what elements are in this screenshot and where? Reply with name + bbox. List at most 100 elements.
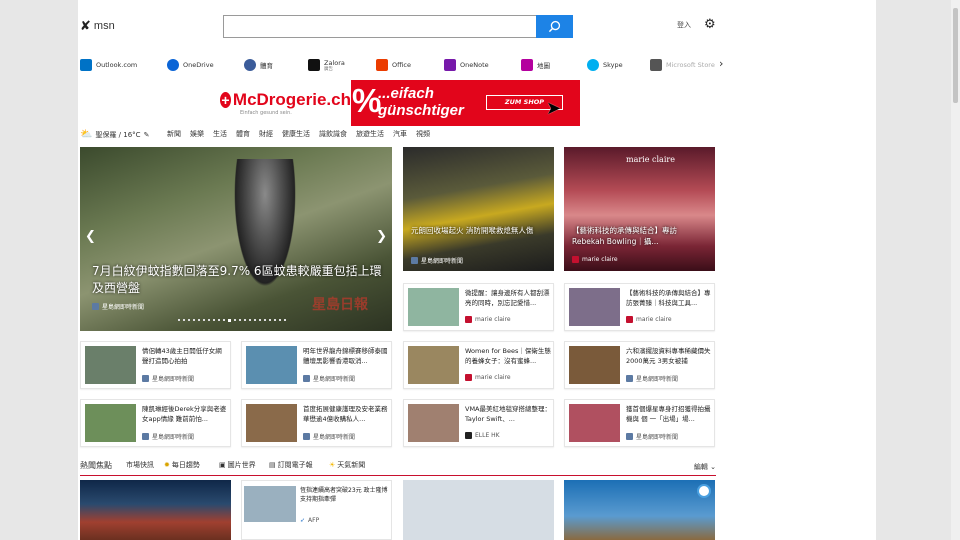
search-icon xyxy=(548,20,561,33)
signin-link[interactable]: 登入 xyxy=(677,20,691,30)
source-logo-icon xyxy=(92,303,99,310)
news-card[interactable]: 微提醒：讓身邊所有人都刮漂亮的同時，別忘記愛惜... marie claire xyxy=(403,283,554,331)
ad-line2: günschtiger xyxy=(378,102,464,119)
tab-top-stories[interactable]: 熱聞焦點 xyxy=(80,460,112,471)
photo-tile[interactable] xyxy=(80,480,231,540)
nav-food[interactable]: 識飲識食 xyxy=(319,129,347,139)
onedrive-icon xyxy=(167,59,179,71)
quicklink-maps[interactable]: 地圖 xyxy=(521,55,550,75)
partly-cloudy-icon: ⛅ xyxy=(80,129,93,140)
nav-health[interactable]: 健康生活 xyxy=(282,129,310,139)
msn-logo[interactable]: ✘ msn xyxy=(80,18,115,34)
scrollbar-thumb[interactable] xyxy=(953,8,958,103)
outlook-icon xyxy=(80,59,92,71)
news-card[interactable]: 明年世界龍舟錦標賽移師泰國 體壇黑影響香港取消... 星島網即時新聞 xyxy=(241,341,392,389)
category-nav: 新聞 娛樂 生活 體育 財經 健康生活 識飲識食 旅遊生活 汽車 視頻 xyxy=(167,129,430,139)
chevron-left-icon[interactable]: ❮ xyxy=(85,229,96,244)
office-icon xyxy=(376,59,388,71)
tile-title: 元朗回收場起火 消防開喉救熄無人傷 xyxy=(411,226,534,235)
quicklink-outlook[interactable]: Outlook.com xyxy=(80,55,137,75)
nav-video[interactable]: 視頻 xyxy=(416,129,430,139)
onenote-icon xyxy=(444,59,456,71)
maps-icon xyxy=(521,59,533,71)
card-thumbnail xyxy=(408,346,459,384)
search-box[interactable] xyxy=(223,15,573,38)
tab-weather[interactable]: ☀ 天氣新聞 xyxy=(329,460,365,470)
tab-newsletter[interactable]: ▤ 訂閱電子報 xyxy=(269,460,313,470)
carousel-dots xyxy=(178,319,286,322)
skype-icon xyxy=(587,59,599,71)
ad-banner[interactable]: + McDrogerie.ch Einfach gesund sein. % ..… xyxy=(216,80,580,126)
news-card[interactable]: 獲首個爆星專身打招獲得拍攝機與 個 一「出場」場... 星島網即時新聞 xyxy=(564,399,715,447)
news-card[interactable]: 情侶轉43歲主日開低仔女網聲打造開心拍拍 星島網即時新聞 xyxy=(80,341,231,389)
news-card[interactable]: 六和濱擺設資料專事稀藏價失2000萬元 3男女被捕 星島網即時新聞 xyxy=(564,341,715,389)
vertical-scrollbar[interactable] xyxy=(951,0,960,540)
news-card[interactable]: 陳凱琳經後Derek分享與老婆女app情緣 難前前怕... 星島網即時新聞 xyxy=(80,399,231,447)
photo-tile[interactable] xyxy=(403,480,554,540)
chevron-right-icon[interactable]: ❯ xyxy=(376,229,387,244)
nav-travel[interactable]: 旅遊生活 xyxy=(356,129,384,139)
news-card[interactable]: Women for Bees｜保衛生態的養蜂女子：沒有蜜蜂... marie c… xyxy=(403,341,554,389)
tab-daily-trends[interactable]: ✹ 每日趨勢 xyxy=(164,460,200,470)
gear-icon[interactable]: ⚙ xyxy=(704,17,716,32)
photo-tile[interactable] xyxy=(564,480,715,540)
photo-tile[interactable]: 元朗回收場起火 消防開喉救熄無人傷 星島網即時新聞 xyxy=(403,147,554,271)
ad-percent: % xyxy=(352,82,382,119)
nav-finance[interactable]: 財經 xyxy=(259,129,273,139)
card-thumbnail xyxy=(569,404,620,442)
nav-sports[interactable]: 體育 xyxy=(236,129,250,139)
badge-icon xyxy=(697,484,711,498)
card-thumbnail xyxy=(408,404,459,442)
quicklink-office[interactable]: Office xyxy=(376,55,411,75)
quicklink-skype[interactable]: Skype xyxy=(587,55,623,75)
store-icon xyxy=(650,59,662,71)
ad-line1: ...eifach xyxy=(378,85,434,102)
news-card[interactable]: VMA最美紅地毯穿搭總整理：Taylor Swift、... ELLE HK xyxy=(403,399,554,447)
card-thumbnail xyxy=(569,346,620,384)
card-thumbnail xyxy=(408,288,459,326)
chevron-right-icon[interactable]: › xyxy=(719,57,723,70)
card-thumbnail xyxy=(85,346,136,384)
nav-news[interactable]: 新聞 xyxy=(167,129,181,139)
nav-entertainment[interactable]: 娛樂 xyxy=(190,129,204,139)
hero-source: 星島網即時新聞 xyxy=(92,302,144,311)
quicklink-store[interactable]: Microsoft Store xyxy=(650,55,715,75)
tab-market[interactable]: 市場快訊 xyxy=(126,460,154,470)
news-card[interactable]: 首度拓展健康護理及安老業務 華懋逾4億收購私人... 星島網即時新聞 xyxy=(241,399,392,447)
weather-widget[interactable]: ⛅ 聖保羅 / 16°C ✎ xyxy=(80,129,149,140)
quicklink-onedrive[interactable]: OneDrive xyxy=(167,55,214,75)
news-card[interactable]: 恆指連續高者突破23元 政士隆博支持期指牽彈 ➶ AFP xyxy=(241,480,392,540)
card-thumbnail xyxy=(569,288,620,326)
sun-icon: ☀ xyxy=(329,461,336,469)
quicklink-sports[interactable]: 體育 xyxy=(244,55,273,75)
tile-source: 星島網即時新聞 xyxy=(411,256,463,265)
nav-lifestyle[interactable]: 生活 xyxy=(213,129,227,139)
quicklink-onenote[interactable]: OneNote xyxy=(444,55,489,75)
search-input[interactable] xyxy=(228,19,528,35)
photo-icon: ▣ xyxy=(219,461,226,469)
card-thumbnail xyxy=(85,404,136,442)
section-tabs: 熱聞焦點 市場快訊 ✹ 每日趨勢 ▣ 圖片世界 ▤ 訂閱電子報 ☀ 天氣新聞 編輯 ⌄ xyxy=(80,456,716,476)
newsletter-icon: ▤ xyxy=(269,461,276,469)
quicklink-zalora[interactable]: Zalora 廣告 xyxy=(308,55,345,75)
edit-button[interactable]: 編輯 ⌄ xyxy=(694,462,716,472)
tile-title: 【藝術科技的承傳與結合】專訪 Rebekah Bowling｜攝... xyxy=(572,226,677,246)
search-button[interactable] xyxy=(536,15,573,38)
trend-icon: ✹ xyxy=(164,461,170,469)
pencil-icon[interactable]: ✎ xyxy=(144,131,150,139)
tab-photos[interactable]: ▣ 圖片世界 xyxy=(219,460,256,470)
tile-source: marie claire xyxy=(572,256,618,263)
news-card[interactable]: 【藝術科技的承傳與結合】專訪張菁臻｜科技與工具... marie claire xyxy=(564,283,715,331)
card-thumbnail xyxy=(246,404,297,442)
logo-text: msn xyxy=(93,20,115,32)
hero-title[interactable]: 7月白紋伊蚊指數回落至9.7% 6區蚊患較嚴重包括上環及西營盤 xyxy=(92,263,382,297)
zalora-icon xyxy=(308,59,320,71)
msn-butterfly-icon: ✘ xyxy=(80,18,91,34)
photo-tile[interactable]: marie claire 【藝術科技的承傳與結合】專訪 Rebekah Bowl… xyxy=(564,147,715,271)
cursor-icon: ➤ xyxy=(546,98,562,119)
plus-cross-icon: + xyxy=(220,92,231,108)
hero-carousel[interactable]: 星島日報 ❮ ❯ 7月白紋伊蚊指數回落至9.7% 6區蚊患較嚴重包括上環及西營盤… xyxy=(80,147,392,331)
nav-autos[interactable]: 汽車 xyxy=(393,129,407,139)
afp-icon: ➶ xyxy=(300,517,306,524)
hero-watermark: 星島日報 xyxy=(312,297,368,313)
